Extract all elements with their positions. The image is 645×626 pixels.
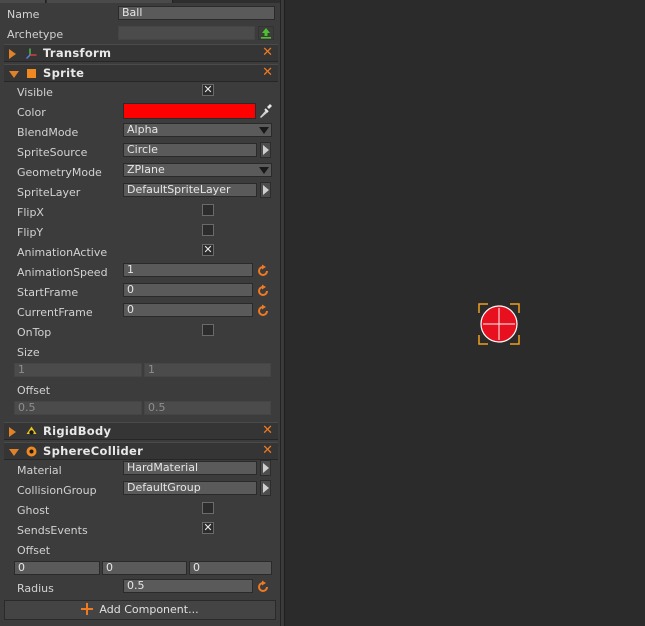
- size-label: Size: [17, 346, 40, 359]
- ghost-label: Ghost: [17, 504, 50, 517]
- plus-icon: [81, 603, 94, 615]
- transform-title: Transform: [43, 46, 112, 60]
- color-swatch[interactable]: [123, 103, 256, 119]
- geometrymode-value: ZPlane: [127, 163, 165, 176]
- scene-viewport[interactable]: [285, 0, 645, 626]
- spritesource-field[interactable]: Circle: [123, 143, 257, 157]
- spritesource-label: SpriteSource: [17, 146, 88, 159]
- reset-radius-icon[interactable]: [256, 580, 270, 594]
- remove-rigidbody-icon[interactable]: ✕: [262, 423, 273, 438]
- size-y-field[interactable]: 1: [144, 363, 271, 377]
- spritelayer-picker-button[interactable]: [260, 182, 271, 198]
- flipy-label: FlipY: [17, 226, 44, 239]
- collapse-arrow-icon[interactable]: [9, 71, 19, 78]
- blendmode-label: BlendMode: [17, 126, 79, 139]
- collisiongroup-field[interactable]: DefaultGroup: [123, 481, 257, 495]
- remove-sprite-icon[interactable]: ✕: [262, 65, 273, 80]
- currentframe-field[interactable]: 0: [123, 303, 253, 317]
- blendmode-value: Alpha: [127, 123, 159, 136]
- reset-animationspeed-icon[interactable]: [256, 264, 270, 278]
- ontop-label: OnTop: [17, 326, 52, 339]
- sprite-offset-label: Offset: [17, 384, 51, 397]
- rigidbody-title: RigidBody: [43, 424, 112, 438]
- reset-currentframe-icon[interactable]: [256, 304, 270, 318]
- name-field[interactable]: Ball: [118, 6, 275, 20]
- remove-transform-icon[interactable]: ✕: [262, 45, 273, 60]
- color-label: Color: [17, 106, 46, 119]
- name-label: Name: [7, 8, 40, 21]
- animationactive-checkbox[interactable]: ✕: [202, 244, 214, 256]
- sprite-title: Sprite: [43, 66, 85, 80]
- add-component-button[interactable]: Add Component...: [4, 600, 276, 620]
- reset-startframe-icon[interactable]: [256, 284, 270, 298]
- rigidbody-component-header[interactable]: RigidBody ✕: [4, 422, 278, 440]
- expand-arrow-icon[interactable]: [9, 427, 16, 437]
- archetype-label: Archetype: [7, 28, 64, 41]
- ontop-checkbox[interactable]: [202, 324, 214, 336]
- panel-tab-strip: [0, 0, 280, 3]
- size-x-field[interactable]: 1: [14, 363, 142, 377]
- collider-offset-y-field[interactable]: 0: [102, 561, 187, 575]
- collider-offset-z-field[interactable]: 0: [189, 561, 272, 575]
- geometrymode-dropdown[interactable]: ZPlane: [123, 163, 272, 177]
- material-picker-button[interactable]: [260, 460, 271, 476]
- flipx-checkbox[interactable]: [202, 204, 214, 216]
- ghost-checkbox[interactable]: [202, 502, 214, 514]
- spherecollider-component-header[interactable]: SphereCollider ✕: [4, 442, 278, 460]
- collider-offset-x-field[interactable]: 0: [14, 561, 100, 575]
- collapse-arrow-icon[interactable]: [9, 449, 19, 456]
- sprite-square-icon: [27, 69, 36, 78]
- animationspeed-field[interactable]: 1: [123, 263, 253, 277]
- spherecollider-icon: [26, 446, 37, 457]
- expand-arrow-icon[interactable]: [9, 49, 16, 59]
- visible-label: Visible: [17, 86, 53, 99]
- startframe-label: StartFrame: [17, 286, 79, 299]
- spritelayer-label: SpriteLayer: [17, 186, 81, 199]
- spritesource-picker-button[interactable]: [260, 142, 271, 158]
- sprite-component-header[interactable]: Sprite ✕: [4, 64, 278, 82]
- property-inspector: Name Ball Archetype Transform ✕ Sprite ✕…: [0, 0, 280, 626]
- selected-ball-sprite[interactable]: [478, 303, 520, 345]
- remove-spherecollider-icon[interactable]: ✕: [262, 443, 273, 458]
- collider-offset-label: Offset: [17, 544, 51, 557]
- transform-axes-icon: [26, 48, 37, 59]
- spherecollider-title: SphereCollider: [43, 444, 144, 458]
- upload-archetype-icon[interactable]: [258, 26, 274, 40]
- eyedropper-icon[interactable]: [258, 103, 272, 119]
- startframe-field[interactable]: 0: [123, 283, 253, 297]
- sprite-offset-y-field[interactable]: 0.5: [144, 401, 271, 415]
- collisiongroup-label: CollisionGroup: [17, 484, 97, 497]
- visible-checkbox[interactable]: ✕: [202, 84, 214, 96]
- add-component-label: Add Component...: [99, 603, 199, 616]
- material-field[interactable]: HardMaterial: [123, 461, 257, 475]
- radius-label: Radius: [17, 582, 54, 595]
- radius-field[interactable]: 0.5: [123, 579, 253, 593]
- transform-component-header[interactable]: Transform ✕: [4, 44, 278, 62]
- archetype-field[interactable]: [118, 26, 255, 40]
- dropdown-arrow-icon: [259, 127, 269, 134]
- animationspeed-label: AnimationSpeed: [17, 266, 108, 279]
- sendsevents-checkbox[interactable]: ✕: [202, 522, 214, 534]
- rigidbody-icon: [26, 426, 37, 435]
- spritelayer-field[interactable]: DefaultSpriteLayer: [123, 183, 257, 197]
- flipy-checkbox[interactable]: [202, 224, 214, 236]
- sprite-offset-x-field[interactable]: 0.5: [14, 401, 142, 415]
- currentframe-label: CurrentFrame: [17, 306, 93, 319]
- flipx-label: FlipX: [17, 206, 44, 219]
- animationactive-label: AnimationActive: [17, 246, 108, 259]
- dropdown-arrow-icon: [259, 167, 269, 174]
- material-label: Material: [17, 464, 62, 477]
- blendmode-dropdown[interactable]: Alpha: [123, 123, 272, 137]
- geometrymode-label: GeometryMode: [17, 166, 102, 179]
- collisiongroup-picker-button[interactable]: [260, 480, 271, 496]
- panel-tab[interactable]: [0, 0, 46, 3]
- panel-tab[interactable]: [47, 0, 173, 3]
- sendsevents-label: SendsEvents: [17, 524, 88, 537]
